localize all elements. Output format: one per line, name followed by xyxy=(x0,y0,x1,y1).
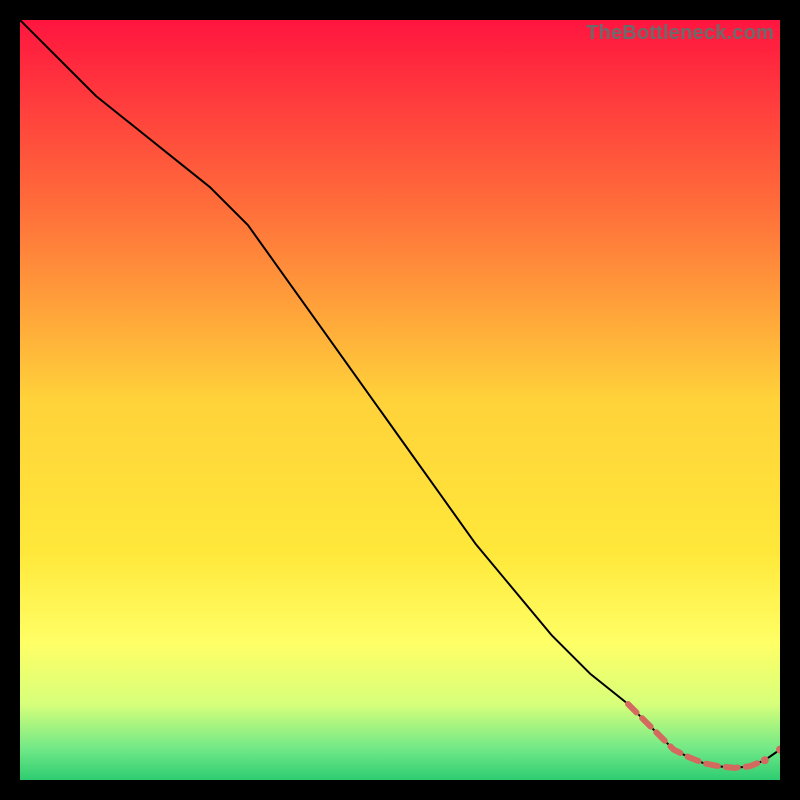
data-point xyxy=(761,756,769,764)
chart-frame: TheBottleneck.com xyxy=(20,20,780,780)
plot-area xyxy=(20,20,780,780)
gradient-background xyxy=(20,20,780,780)
watermark-text: TheBottleneck.com xyxy=(586,22,774,45)
chart-svg xyxy=(20,20,780,780)
